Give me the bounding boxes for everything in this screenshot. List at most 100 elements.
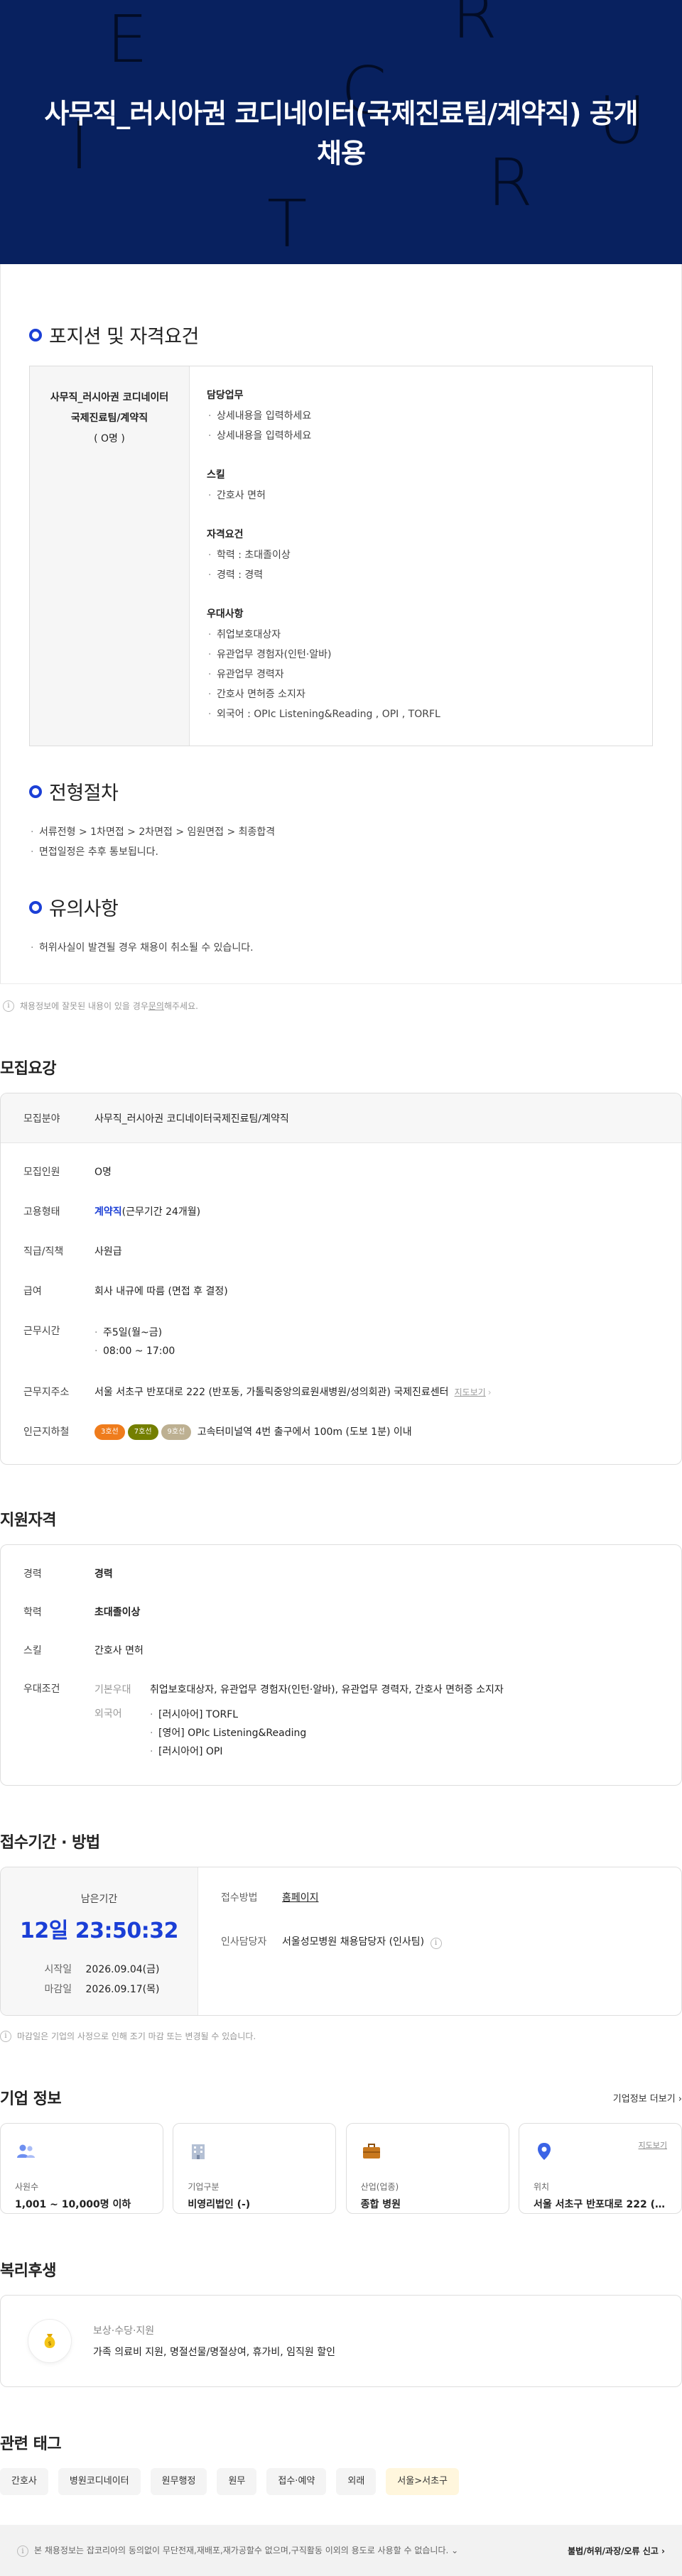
info-row: 근무지주소 서울 서초구 반포대로 222 (반포동, 가톨릭중앙의료원새병원/… bbox=[23, 1387, 492, 1398]
start-date: 2026.09.04(금) bbox=[85, 1964, 160, 1975]
list-item: [영어] OPIc Listening&Reading bbox=[150, 1724, 659, 1742]
homepage-link[interactable]: 홈페이지 bbox=[282, 1892, 319, 1904]
welfare-value: 가족 의료비 지원, 명절선물/명절상여, 휴가비, 임직원 할인 bbox=[93, 2347, 336, 2358]
tag-chip[interactable]: 간호사 bbox=[0, 2468, 48, 2495]
circle-bullet-icon bbox=[29, 785, 42, 798]
list-item: [러시아어] TORFL bbox=[150, 1705, 659, 1724]
hero-deco-letter: R bbox=[452, 0, 497, 53]
list-item: 허위사실이 발견될 경우 채용이 취소될 수 있습니다. bbox=[29, 938, 653, 958]
list-item: 주5일(월~금) bbox=[94, 1324, 659, 1342]
chevron-down-icon[interactable]: ⌄ bbox=[451, 2545, 458, 2555]
end-date: 2026.09.17(목) bbox=[85, 1984, 160, 1995]
list-item: 상세내용을 입력하세요 bbox=[207, 426, 635, 446]
section-heading: 지원자격 bbox=[0, 1512, 56, 1529]
position-table: 사무직_러시아권 코디네이터국제진료팀/계약직 ( O명 ) 담당업무 상세내용… bbox=[29, 366, 653, 746]
application-card: 남은기간 12일 23:50:32 시작일 2026.09.04(금) 마감일 20… bbox=[0, 1867, 682, 2016]
section-title-position: 포지션 및 자격요건 bbox=[29, 321, 653, 349]
subway-line-badge: 3호선 bbox=[94, 1424, 125, 1440]
tag-chip[interactable]: 병원코디네이터 bbox=[58, 2468, 141, 2495]
list-item: 외국어 : OPIc Listening&Reading , OPI , TOR… bbox=[207, 704, 635, 724]
section-heading: 기업 정보 bbox=[0, 2090, 62, 2108]
hero-deco-letter: T bbox=[267, 186, 308, 262]
money-bag-icon: $ bbox=[28, 2319, 72, 2363]
info-row: 급여 회사 내규에 따름 (면접 후 결정) bbox=[23, 1286, 228, 1297]
section-company: 기업 정보 기업정보 더보기 › 사원수 1,001 ~ 10,000명 이하 bbox=[0, 2042, 682, 2214]
list-item: 유관업무 경험자(인턴·알바) bbox=[207, 645, 635, 665]
group-duties: 담당업무 상세내용을 입력하세요 상세내용을 입력하세요 bbox=[207, 388, 635, 446]
tag-chip[interactable]: 외래 bbox=[336, 2468, 377, 2495]
svg-text:$: $ bbox=[48, 2340, 51, 2347]
info-row: 모집인원 O명 bbox=[23, 1167, 112, 1178]
remaining-time: 12일 23:50:32 bbox=[19, 1919, 179, 1943]
tag-chip[interactable]: 서울>서초구 bbox=[386, 2468, 459, 2495]
section-title-caution: 유의사항 bbox=[29, 893, 653, 921]
report-link[interactable]: 불법/허위/과장/오류 신고 › bbox=[568, 2545, 665, 2557]
position-count: ( O명 ) bbox=[94, 433, 125, 444]
deadline-panel: 남은기간 12일 23:50:32 시작일 2026.09.04(금) 마감일 20… bbox=[1, 1867, 198, 2015]
section-heading: 관련 태그 bbox=[0, 2435, 62, 2453]
section-heading: 모집요강 bbox=[0, 1060, 56, 1078]
group-preferences: 우대사항 취업보호대상자 유관업무 경험자(인턴·알바) 유관업무 경력자 간호… bbox=[207, 606, 635, 724]
chevron-right-icon: › bbox=[661, 2545, 665, 2556]
section-recruit: 모집요강 모집분야 사무직_러시아권 코디네이터국제진료팀/계약직 모집인원 O… bbox=[0, 1027, 682, 1465]
info-row: 경력 경력 bbox=[23, 1568, 113, 1580]
people-icon bbox=[17, 2144, 35, 2158]
deadline-notice: i 마감일은 기업의 사정으로 인해 조기 마감 또는 변경될 수 있습니다. bbox=[0, 2030, 682, 2042]
company-more-link[interactable]: 기업정보 더보기 › bbox=[613, 2091, 682, 2105]
tag-chip[interactable]: 원무 bbox=[217, 2468, 257, 2495]
section-heading: 접수기간 · 방법 bbox=[0, 1834, 100, 1852]
welfare-category: 보상·수당·지원 bbox=[93, 2325, 155, 2337]
list-item: [러시아어] OPI bbox=[150, 1742, 659, 1761]
info-row: 우대조건 기본우대 취업보호대상자, 유관업무 경험자(인턴·알바), 유관업무… bbox=[1, 1681, 681, 1761]
tag-chip[interactable]: 원무행정 bbox=[150, 2468, 207, 2495]
recruit-card: 모집분야 사무직_러시아권 코디네이터국제진료팀/계약직 모집인원 O명 고용형… bbox=[0, 1093, 682, 1465]
welfare-card: $ 보상·수당·지원 가족 의료비 지원, 명절선물/명절상여, 휴가비, 임직… bbox=[0, 2295, 682, 2387]
company-card-type: 기업구분 비영리법인 (-) bbox=[173, 2123, 337, 2214]
building-icon bbox=[192, 2144, 205, 2159]
map-link[interactable]: 지도보기 bbox=[639, 2139, 667, 2151]
preference-language: 외국어 [러시아어] TORFL [영어] OPIc Listening&Rea… bbox=[94, 1705, 659, 1761]
info-row: 스킬 간호사 면허 bbox=[23, 1645, 144, 1657]
list-item: 간호사 면허증 소지자 bbox=[207, 684, 635, 704]
company-card-location: 지도보기 위치 서울 서초구 반포대로 222 (반포… bbox=[518, 2123, 682, 2214]
list-item: 학력 : 초대졸이상 bbox=[207, 545, 635, 565]
preference-basic: 기본우대 취업보호대상자, 유관업무 경험자(인턴·알바), 유관업무 경력자,… bbox=[94, 1684, 504, 1696]
circle-bullet-icon bbox=[29, 900, 42, 914]
info-row: 학력 초대졸이상 bbox=[23, 1607, 141, 1618]
list-item: 서류전형 > 1차면접 > 2차면접 > 임원면접 > 최종합격 bbox=[29, 822, 653, 842]
subway-line-badge: 7호선 bbox=[127, 1424, 158, 1440]
briefcase-icon bbox=[362, 2144, 380, 2159]
list-item: 간호사 면허 bbox=[207, 486, 635, 506]
group-requirements: 자격요건 학력 : 초대졸이상 경력 : 경력 bbox=[207, 527, 635, 585]
position-name-cell: 사무직_러시아권 코디네이터국제진료팀/계약직 ( O명 ) bbox=[30, 366, 190, 746]
report-notice: i 채용정보에 잘못된 내용이 있을 경우 문의 해주세요. bbox=[0, 983, 682, 1027]
inquiry-link[interactable]: 문의 bbox=[148, 1000, 164, 1012]
info-icon: i bbox=[3, 1000, 14, 1012]
posting-detail: 포지션 및 자격요건 사무직_러시아권 코디네이터국제진료팀/계약직 ( O명 … bbox=[0, 264, 682, 983]
chevron-right-icon: › bbox=[678, 2093, 682, 2105]
list-item: 상세내용을 입력하세요 bbox=[207, 406, 635, 426]
subway-line-badge: 9호선 bbox=[161, 1424, 192, 1440]
method-panel: 접수방법 홈페이지 인사담당자 서울성모병원 채용담당자 (인사팀) i bbox=[198, 1867, 681, 2015]
location-pin-icon bbox=[537, 2143, 551, 2160]
list-item: 유관업무 경력자 bbox=[207, 665, 635, 684]
list-item: 면접일정은 추후 통보됩니다. bbox=[29, 842, 653, 862]
hero-deco-letter: E bbox=[107, 1, 148, 77]
section-qualification: 지원자격 경력 경력 학력 초대졸이상 스킬 간호사 면허 우대조건 기본우대 … bbox=[0, 1465, 682, 1786]
section-application: 접수기간 · 방법 남은기간 12일 23:50:32 시작일 2026.09.0… bbox=[0, 1786, 682, 2042]
info-row: 직급/직책 사원급 bbox=[23, 1246, 122, 1257]
tag-chip[interactable]: 접수·예약 bbox=[266, 2468, 327, 2495]
position-name: 사무직_러시아권 코디네이터국제진료팀/계약직 bbox=[50, 392, 169, 424]
section-title-process: 전형절차 bbox=[29, 777, 653, 805]
section-heading: 복리후생 bbox=[0, 2262, 56, 2280]
company-card-employees: 사원수 1,001 ~ 10,000명 이하 bbox=[0, 2123, 163, 2214]
position-detail-cell: 담당업무 상세내용을 입력하세요 상세내용을 입력하세요 스킬 간호사 면허 자… bbox=[190, 366, 652, 746]
hero-banner: E R C I U T R 사무직_러시아권 코디네이터(국제진료팀/계약직) … bbox=[0, 0, 682, 264]
info-icon[interactable]: i bbox=[430, 1938, 442, 1949]
recruit-field-row: 모집분야 사무직_러시아권 코디네이터국제진료팀/계약직 bbox=[1, 1093, 681, 1143]
map-link[interactable]: 지도보기 bbox=[455, 1387, 486, 1397]
qualification-card: 경력 경력 학력 초대졸이상 스킬 간호사 면허 우대조건 기본우대 취업보호대… bbox=[0, 1544, 682, 1786]
info-icon: i bbox=[0, 2030, 11, 2042]
circle-bullet-icon bbox=[29, 328, 42, 342]
copyright-notice: 본 채용정보는 잡코리아의 동의없이 무단전재,재배포,재가공할수 없으며,구직… bbox=[34, 2545, 449, 2555]
